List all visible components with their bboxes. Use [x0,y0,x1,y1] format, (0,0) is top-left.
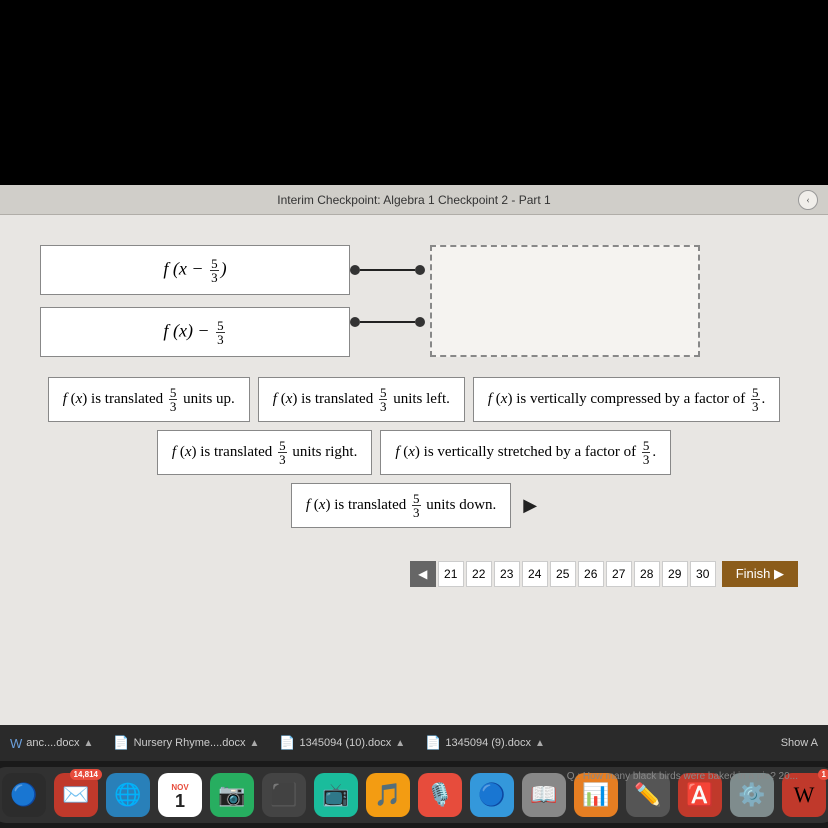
option-translated-up[interactable]: f (x) is translated 53 units up. [48,377,250,422]
header-title: Interim Checkpoint: Algebra 1 Checkpoint… [277,193,550,207]
dock-icon-finder[interactable]: 🔵 [2,773,46,817]
dock-icon-safari[interactable]: 🌐 [106,773,150,817]
page-27[interactable]: 27 [606,561,632,587]
taskbar-file-anc[interactable]: W anc....docx ▲ [10,736,93,751]
matching-section: f (x − 53) f (x) − 53 [40,245,788,357]
word-icon-4: 📄 [425,735,441,751]
dock-icon-facetime[interactable]: 📷 [210,773,254,817]
mac-bottom-area: W anc....docx ▲ 📄 Nursery Rhyme....docx … [0,725,828,828]
cursor-indicator: ▶ [523,483,537,528]
dock-icon-podcasts[interactable]: 🎙️ [418,773,462,817]
dot-top-left [350,265,360,275]
dock-icon-book[interactable]: 📖 [522,773,566,817]
top-black-area [0,0,828,185]
word-icon-1: W [10,736,22,751]
page-26[interactable]: 26 [578,561,604,587]
dock-icon-appletv[interactable]: 📺 [314,773,358,817]
formula-box-1[interactable]: f (x − 53) [40,245,350,295]
back-button[interactable]: ‹ [798,190,818,210]
dock-icon-music[interactable]: 🎵 [366,773,410,817]
file-name-4: 1345094 (9).docx [445,737,531,749]
file-name-2: Nursery Rhyme....docx [134,737,246,749]
header-bar: Interim Checkpoint: Algebra 1 Checkpoint… [0,185,828,215]
line-top [360,269,415,272]
content-area: f (x − 53) f (x) − 53 [0,215,828,551]
taskbar-file-1345094-10[interactable]: 📄 1345094 (10).docx ▲ [279,735,405,751]
page-30[interactable]: 30 [690,561,716,587]
connector-area [350,245,430,357]
show-all-label: Show A [781,737,818,749]
taskbar-file-nursery[interactable]: 📄 Nursery Rhyme....docx ▲ [113,735,259,751]
dock-icon-notes[interactable]: 🔵 [470,773,514,817]
taskbar-file-1345094-9[interactable]: 📄 1345094 (9).docx ▲ [425,735,545,751]
formula-1-text: f (x − 53) [163,257,226,284]
file-name-1: anc....docx [26,737,79,749]
taskbar-files-row: W anc....docx ▲ 📄 Nursery Rhyme....docx … [0,725,828,761]
line-bottom [360,321,415,324]
dock-icon-mail[interactable]: ✉️ 14,814 [54,773,98,817]
left-formula-boxes: f (x − 53) f (x) − 53 [40,245,350,357]
pagination-bar: ◀ 21 22 23 24 25 26 27 28 29 30 Finish ▶ [0,551,828,597]
dock-icon-launchpad[interactable]: ⬛ [262,773,306,817]
options-row-1: f (x) is translated 53 units up. f (x) i… [40,377,788,422]
page-21[interactable]: 21 [438,561,464,587]
page-24[interactable]: 24 [522,561,548,587]
option-vertically-stretched[interactable]: f (x) is vertically stretched by a facto… [380,430,671,475]
options-row-3: f (x) is translated 53 units down. ▶ [40,483,788,528]
finish-button[interactable]: Finish ▶ [722,561,798,587]
page-29[interactable]: 29 [662,561,688,587]
page-25[interactable]: 25 [550,561,576,587]
dot-bottom-left [350,317,360,327]
options-row-2: f (x) is translated 53 units right. f (x… [40,430,788,475]
word-icon-3: 📄 [279,735,295,751]
page-28[interactable]: 28 [634,561,660,587]
dock-icon-calendar[interactable]: NOV 1 [158,773,202,817]
option-translated-left[interactable]: f (x) is translated 53 units left. [258,377,465,422]
formula-box-2[interactable]: f (x) − 53 [40,307,350,357]
page-23[interactable]: 23 [494,561,520,587]
dock: 🔵 ✉️ 14,814 🌐 NOV 1 📷 ⬛ 📺 🎵 🎙️ 🔵 📖 📊 ✏️ … [0,761,828,828]
options-section: f (x) is translated 53 units up. f (x) i… [40,377,788,528]
dock-question-text: Q.: How many black birds were baked in a… [567,771,798,782]
mail-badge: 14,814 [70,769,102,780]
word-badge: 1 [818,769,828,780]
prev-page-button[interactable]: ◀ [410,561,436,587]
right-drop-zone[interactable] [430,245,700,357]
word-icon-2: 📄 [113,735,129,751]
connector-bottom [350,317,425,327]
file-name-3: 1345094 (10).docx [300,737,392,749]
option-translated-right[interactable]: f (x) is translated 53 units right. [157,430,372,475]
option-translated-down[interactable]: f (x) is translated 53 units down. [291,483,511,528]
dot-bottom-right [415,317,425,327]
page-22[interactable]: 22 [466,561,492,587]
connector-top [350,265,425,275]
formula-2-text: f (x) − 53 [163,319,226,346]
option-vertically-compressed[interactable]: f (x) is vertically compressed by a fact… [473,377,780,422]
screen-area: Interim Checkpoint: Algebra 1 Checkpoint… [0,185,828,725]
dot-top-right [415,265,425,275]
